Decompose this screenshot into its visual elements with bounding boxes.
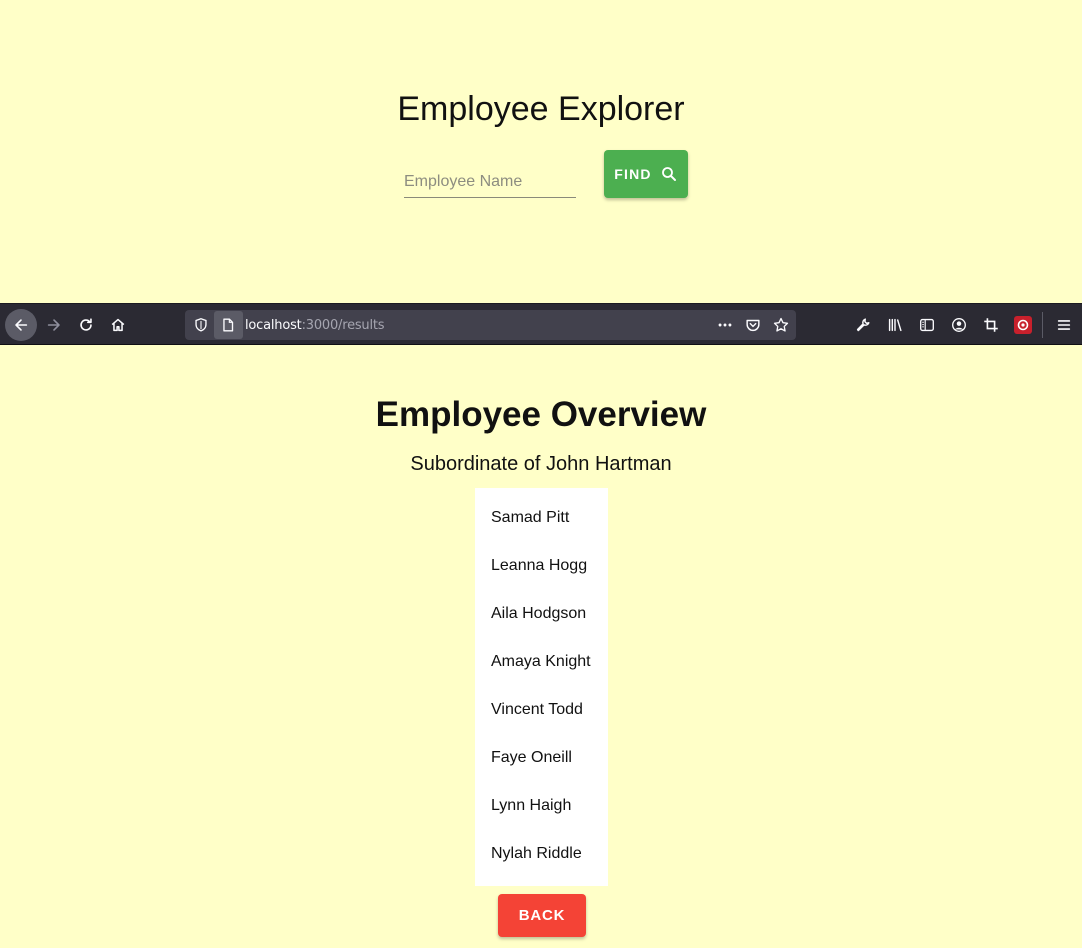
overview-subtitle: Subordinate of John Hartman [410, 453, 672, 475]
employee-name-input[interactable] [404, 168, 576, 196]
find-button[interactable]: FIND [604, 150, 688, 198]
more-dots-icon[interactable] [711, 311, 739, 339]
employee-name-field[interactable] [404, 168, 576, 198]
star-icon[interactable] [767, 311, 795, 339]
forward-arrow-icon[interactable] [40, 311, 68, 339]
back-arrow-icon[interactable] [5, 309, 37, 341]
back-button[interactable]: BACK [498, 894, 586, 937]
list-item[interactable]: Lynn Haigh [475, 782, 608, 830]
url-host: localhost [245, 318, 302, 333]
search-icon [661, 167, 676, 181]
page-icon [214, 311, 242, 339]
url-bar[interactable]: localhost:3000/results [185, 310, 796, 340]
list-item[interactable]: Amaya Knight [475, 638, 608, 686]
reload-icon[interactable] [72, 311, 100, 339]
screenshot-icon[interactable] [977, 311, 1005, 339]
url-text[interactable]: localhost:3000/results [245, 318, 385, 333]
explorer-page: Employee Explorer FIND [0, 0, 1082, 303]
toolbar-separator [1042, 312, 1043, 338]
subordinate-list: Samad Pitt Leanna Hogg Aila Hodgson Amay… [475, 488, 608, 886]
menu-icon[interactable] [1050, 311, 1078, 339]
pocket-icon[interactable] [739, 311, 767, 339]
url-path: :3000/results [301, 318, 385, 333]
list-item[interactable]: Leanna Hogg [475, 542, 608, 590]
list-item[interactable]: Faye Oneill [475, 734, 608, 782]
home-icon[interactable] [104, 311, 132, 339]
sidebar-icon[interactable] [913, 311, 941, 339]
browser-toolbar: localhost:3000/results [0, 303, 1082, 345]
list-item[interactable]: Samad Pitt [475, 494, 608, 542]
shield-icon[interactable] [187, 311, 215, 339]
list-item[interactable]: Aila Hodgson [475, 590, 608, 638]
find-button-label: FIND [614, 166, 652, 182]
wrench-icon[interactable] [849, 311, 877, 339]
page-info-button[interactable] [214, 311, 243, 339]
account-icon[interactable] [945, 311, 973, 339]
overview-title: Employee Overview [375, 395, 707, 434]
list-item[interactable]: Vincent Todd [475, 686, 608, 734]
list-item[interactable]: Nylah Riddle [475, 830, 608, 878]
explorer-title: Employee Explorer [397, 90, 685, 128]
extension-icon[interactable] [1009, 311, 1037, 339]
library-icon[interactable] [881, 311, 909, 339]
